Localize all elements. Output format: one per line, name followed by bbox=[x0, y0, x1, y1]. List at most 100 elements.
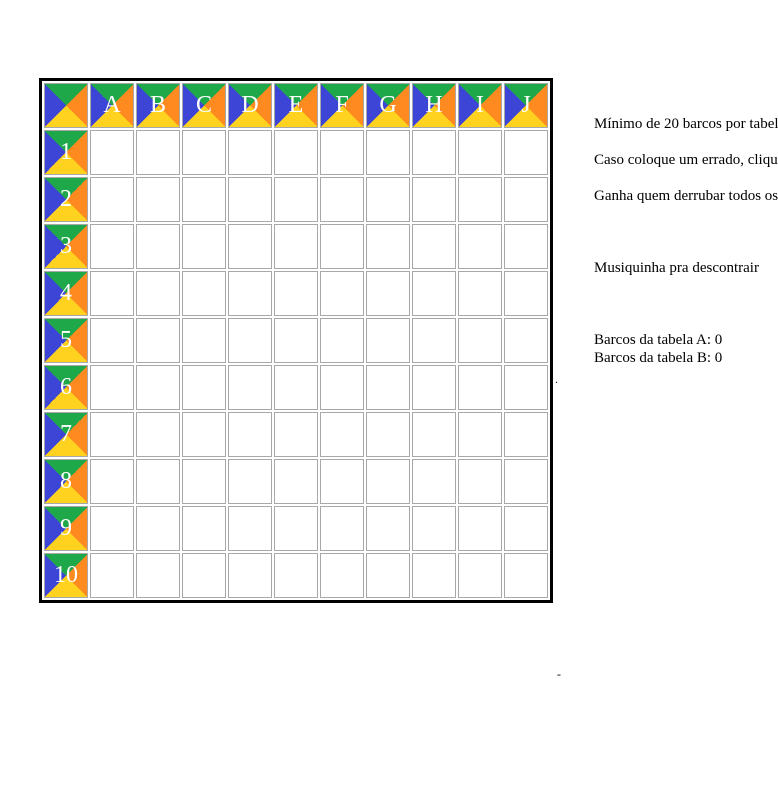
board-cell-f4[interactable] bbox=[320, 271, 364, 316]
board-cell-d2[interactable] bbox=[228, 177, 272, 222]
board-cell-h4[interactable] bbox=[412, 271, 456, 316]
board-cell-c8[interactable] bbox=[182, 459, 226, 504]
board-cell-e9[interactable] bbox=[274, 506, 318, 551]
board-cell-b3[interactable] bbox=[136, 224, 180, 269]
board-cell-h1[interactable] bbox=[412, 130, 456, 175]
board-cell-g9[interactable] bbox=[366, 506, 410, 551]
board-cell-h6[interactable] bbox=[412, 365, 456, 410]
board-cell-e8[interactable] bbox=[274, 459, 318, 504]
board-cell-f7[interactable] bbox=[320, 412, 364, 457]
board-cell-j7[interactable] bbox=[504, 412, 548, 457]
board-cell-i10[interactable] bbox=[458, 553, 502, 598]
board-cell-f10[interactable] bbox=[320, 553, 364, 598]
board-cell-g7[interactable] bbox=[366, 412, 410, 457]
board-cell-h3[interactable] bbox=[412, 224, 456, 269]
board-cell-j2[interactable] bbox=[504, 177, 548, 222]
board-cell-h8[interactable] bbox=[412, 459, 456, 504]
board-cell-b4[interactable] bbox=[136, 271, 180, 316]
board-cell-e5[interactable] bbox=[274, 318, 318, 363]
board-cell-b6[interactable] bbox=[136, 365, 180, 410]
board-cell-g3[interactable] bbox=[366, 224, 410, 269]
board-cell-c10[interactable] bbox=[182, 553, 226, 598]
board-cell-c6[interactable] bbox=[182, 365, 226, 410]
board-cell-c4[interactable] bbox=[182, 271, 226, 316]
board-cell-a10[interactable] bbox=[90, 553, 134, 598]
board-cell-d10[interactable] bbox=[228, 553, 272, 598]
board-cell-c3[interactable] bbox=[182, 224, 226, 269]
board-cell-a4[interactable] bbox=[90, 271, 134, 316]
board-cell-b10[interactable] bbox=[136, 553, 180, 598]
board-cell-a3[interactable] bbox=[90, 224, 134, 269]
board-cell-j3[interactable] bbox=[504, 224, 548, 269]
board-cell-b8[interactable] bbox=[136, 459, 180, 504]
board-cell-e6[interactable] bbox=[274, 365, 318, 410]
board-cell-e7[interactable] bbox=[274, 412, 318, 457]
board-cell-h9[interactable] bbox=[412, 506, 456, 551]
board-cell-i6[interactable] bbox=[458, 365, 502, 410]
board-cell-f1[interactable] bbox=[320, 130, 364, 175]
board-cell-h10[interactable] bbox=[412, 553, 456, 598]
board-cell-d1[interactable] bbox=[228, 130, 272, 175]
board-cell-c1[interactable] bbox=[182, 130, 226, 175]
board-cell-d6[interactable] bbox=[228, 365, 272, 410]
board-cell-j10[interactable] bbox=[504, 553, 548, 598]
board-cell-c9[interactable] bbox=[182, 506, 226, 551]
board-cell-c7[interactable] bbox=[182, 412, 226, 457]
board-cell-j9[interactable] bbox=[504, 506, 548, 551]
board-cell-b7[interactable] bbox=[136, 412, 180, 457]
board-cell-e1[interactable] bbox=[274, 130, 318, 175]
board-cell-a9[interactable] bbox=[90, 506, 134, 551]
board-cell-b9[interactable] bbox=[136, 506, 180, 551]
board-cell-g5[interactable] bbox=[366, 318, 410, 363]
board-cell-b2[interactable] bbox=[136, 177, 180, 222]
board-cell-g6[interactable] bbox=[366, 365, 410, 410]
board-cell-e4[interactable] bbox=[274, 271, 318, 316]
board-cell-c5[interactable] bbox=[182, 318, 226, 363]
board-cell-c2[interactable] bbox=[182, 177, 226, 222]
board-cell-i3[interactable] bbox=[458, 224, 502, 269]
board-cell-j1[interactable] bbox=[504, 130, 548, 175]
board-cell-a6[interactable] bbox=[90, 365, 134, 410]
board-cell-f9[interactable] bbox=[320, 506, 364, 551]
board-cell-b5[interactable] bbox=[136, 318, 180, 363]
board-cell-i2[interactable] bbox=[458, 177, 502, 222]
board-cell-i1[interactable] bbox=[458, 130, 502, 175]
board-cell-a8[interactable] bbox=[90, 459, 134, 504]
board-cell-e3[interactable] bbox=[274, 224, 318, 269]
board-cell-i4[interactable] bbox=[458, 271, 502, 316]
board-cell-i5[interactable] bbox=[458, 318, 502, 363]
board-cell-d7[interactable] bbox=[228, 412, 272, 457]
board-cell-h2[interactable] bbox=[412, 177, 456, 222]
board-cell-g10[interactable] bbox=[366, 553, 410, 598]
board-cell-g1[interactable] bbox=[366, 130, 410, 175]
board-cell-i7[interactable] bbox=[458, 412, 502, 457]
board-cell-f6[interactable] bbox=[320, 365, 364, 410]
board-cell-d3[interactable] bbox=[228, 224, 272, 269]
board-cell-d5[interactable] bbox=[228, 318, 272, 363]
board-cell-g2[interactable] bbox=[366, 177, 410, 222]
board-cell-f5[interactable] bbox=[320, 318, 364, 363]
board-cell-j5[interactable] bbox=[504, 318, 548, 363]
board-cell-d8[interactable] bbox=[228, 459, 272, 504]
board-cell-a5[interactable] bbox=[90, 318, 134, 363]
board-cell-a2[interactable] bbox=[90, 177, 134, 222]
board-cell-e2[interactable] bbox=[274, 177, 318, 222]
board-cell-j4[interactable] bbox=[504, 271, 548, 316]
board-cell-f2[interactable] bbox=[320, 177, 364, 222]
board-cell-d9[interactable] bbox=[228, 506, 272, 551]
board-cell-i8[interactable] bbox=[458, 459, 502, 504]
board-cell-h7[interactable] bbox=[412, 412, 456, 457]
board-cell-a1[interactable] bbox=[90, 130, 134, 175]
board-cell-d4[interactable] bbox=[228, 271, 272, 316]
board-cell-g4[interactable] bbox=[366, 271, 410, 316]
board-cell-b1[interactable] bbox=[136, 130, 180, 175]
board-cell-i9[interactable] bbox=[458, 506, 502, 551]
board-cell-h5[interactable] bbox=[412, 318, 456, 363]
board-cell-g8[interactable] bbox=[366, 459, 410, 504]
board-cell-e10[interactable] bbox=[274, 553, 318, 598]
board-cell-f8[interactable] bbox=[320, 459, 364, 504]
board-cell-f3[interactable] bbox=[320, 224, 364, 269]
board-cell-j6[interactable] bbox=[504, 365, 548, 410]
board-cell-a7[interactable] bbox=[90, 412, 134, 457]
board-cell-j8[interactable] bbox=[504, 459, 548, 504]
